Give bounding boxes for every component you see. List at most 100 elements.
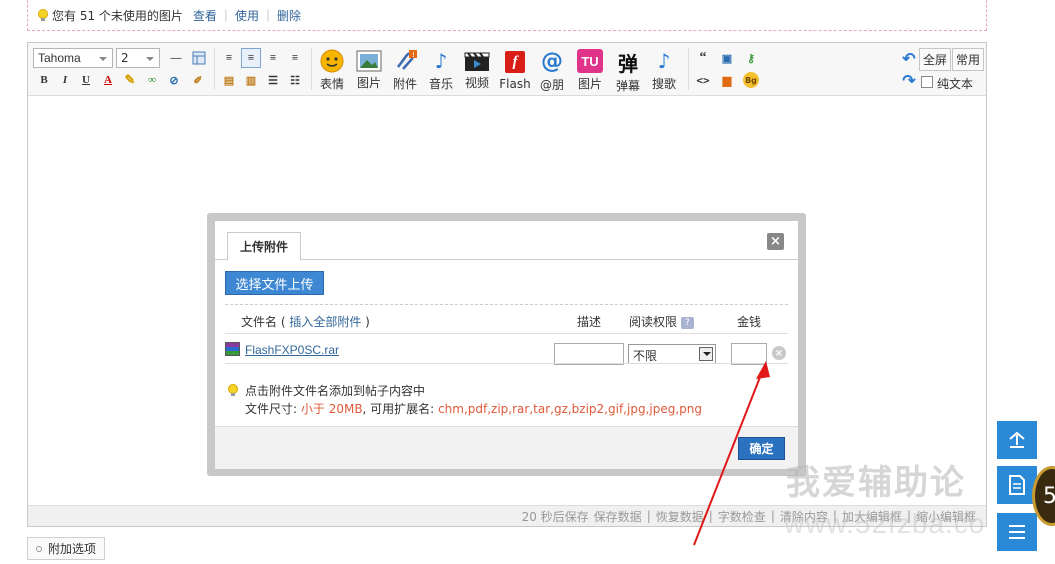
file-limits-tip: 文件尺寸: 小于 20MB, 可用扩展名: chm,pdf,zip,rar,ta… xyxy=(245,402,702,416)
align-center-icon[interactable]: ≡ xyxy=(263,48,283,68)
divider xyxy=(311,48,312,90)
search-song-button[interactable]: ♪ 搜歌 xyxy=(647,49,681,91)
align-right-icon[interactable]: ≡ xyxy=(285,48,305,68)
dialog-tab-bar: 上传附件 × xyxy=(215,221,798,261)
video-button[interactable]: 视频 xyxy=(460,49,494,91)
text-color-button[interactable]: A xyxy=(98,70,118,90)
insert-tip: 点击附件文件名添加到帖子内容中 xyxy=(245,384,426,398)
font-family-select[interactable]: Tahoma xyxy=(33,48,113,68)
common-button[interactable]: 常用 xyxy=(952,48,985,71)
background-icon[interactable]: Bg xyxy=(741,70,761,90)
money-header: 金钱 xyxy=(737,315,762,329)
smiley-icon xyxy=(319,49,345,73)
permission-header: 阅读权限 ? xyxy=(629,313,694,330)
divider xyxy=(225,333,788,334)
unordered-list-icon[interactable]: ☷ xyxy=(285,70,305,90)
clear-format-brush-icon[interactable]: ✐ xyxy=(188,70,208,90)
lightbulb-icon xyxy=(38,8,48,22)
paperclip-icon: ! xyxy=(392,49,418,73)
use-link[interactable]: 使用 xyxy=(235,7,259,24)
quote-icon[interactable]: “ xyxy=(693,48,713,68)
view-link[interactable]: 查看 xyxy=(193,7,217,24)
code-icon[interactable]: <> xyxy=(693,70,713,90)
watermark-url: www.52fzba.co xyxy=(784,508,986,539)
align-justify-icon[interactable]: ≡ xyxy=(241,48,261,68)
video-clapper-icon xyxy=(464,49,490,72)
flash-icon: f xyxy=(502,49,528,75)
autosave-text: 20 秒后保存 xyxy=(521,509,589,524)
back-to-top-button[interactable] xyxy=(997,421,1037,459)
divider xyxy=(225,304,788,305)
at-icon: @ xyxy=(541,49,563,74)
attachment-filename-link[interactable]: FlashFXP0SC.rar xyxy=(245,343,339,357)
tu-icon: TU xyxy=(577,49,603,73)
notice-text: 您有 51 个未使用的图片 xyxy=(52,8,183,23)
save-data-link[interactable]: 保存数据 xyxy=(594,508,642,525)
flash-label: Flash xyxy=(499,77,531,91)
font-size-select[interactable]: 2 xyxy=(116,48,160,68)
image-button[interactable]: 图片 xyxy=(352,49,386,91)
float-left-icon[interactable]: ▤ xyxy=(219,70,239,90)
ordered-list-icon[interactable]: ☰ xyxy=(263,70,283,90)
float-right-icon[interactable]: ▥ xyxy=(241,70,261,90)
separator: | xyxy=(223,8,228,22)
mention-friend-button[interactable]: @ @朋 xyxy=(535,49,569,92)
attachment-button[interactable]: ! 附件 xyxy=(388,49,422,91)
menu-button[interactable] xyxy=(997,513,1037,551)
image-label: 图片 xyxy=(356,76,381,90)
tu-image-label: 图片 xyxy=(577,77,602,91)
search-song-label: 搜歌 xyxy=(651,77,676,91)
free-content-icon[interactable]: ▣ xyxy=(717,48,737,68)
link-icon[interactable]: ∞ xyxy=(142,70,162,90)
divider xyxy=(214,48,215,90)
align-left-icon[interactable]: ≡ xyxy=(219,48,239,68)
dot-icon xyxy=(36,545,42,552)
lightbulb-icon xyxy=(228,384,238,397)
attach-options-button[interactable]: 附加选项 xyxy=(27,537,106,560)
italic-button[interactable]: I xyxy=(55,70,75,90)
reply-button[interactable] xyxy=(997,466,1037,504)
select-file-upload-button[interactable]: 选择文件上传 xyxy=(225,271,324,295)
document-icon xyxy=(1009,475,1025,495)
delete-link[interactable]: 删除 xyxy=(277,7,301,24)
music-note-icon: ♪ xyxy=(434,49,448,73)
redo-icon[interactable]: ↷ xyxy=(899,71,919,91)
description-input[interactable] xyxy=(554,343,624,365)
danmu-label: 弹幕 xyxy=(615,79,640,93)
attach-options-label: 附加选项 xyxy=(48,542,97,556)
close-icon[interactable]: × xyxy=(767,233,784,250)
paste-icon[interactable]: ▆ xyxy=(717,70,737,90)
tu-image-button[interactable]: TU 图片 xyxy=(573,49,607,91)
help-icon[interactable]: ? xyxy=(680,316,694,329)
tab-upload-attachment[interactable]: 上传附件 xyxy=(227,232,301,261)
underline-button[interactable]: U xyxy=(76,70,96,90)
undo-icon[interactable]: ↶ xyxy=(899,49,919,69)
up-arrow-icon xyxy=(1009,431,1025,448)
image-icon xyxy=(356,49,382,72)
music-button[interactable]: ♪ 音乐 xyxy=(424,49,458,91)
hide-content-icon[interactable]: ⚷ xyxy=(741,48,761,68)
watermark-text: 我爱辅助论 xyxy=(786,463,966,503)
editor-toolbar: Tahoma 2 — B I U A ✎ ∞ ⊘ ✐ ≡ ≡ ≡ ≡ ▤ ▥ ☰… xyxy=(28,43,986,96)
bold-button[interactable]: B xyxy=(34,70,54,90)
description-header: 描述 xyxy=(577,315,602,329)
fullscreen-button[interactable]: 全屏 xyxy=(919,48,952,71)
plaintext-checkbox[interactable] xyxy=(921,76,933,88)
music-label: 音乐 xyxy=(428,77,453,91)
horizontal-rule-icon[interactable]: — xyxy=(166,48,186,68)
unlink-icon[interactable]: ⊘ xyxy=(164,70,184,90)
rar-file-icon xyxy=(225,342,240,356)
danmu-button[interactable]: 弹 弹幕 xyxy=(611,49,645,94)
permission-value: 不限 xyxy=(633,349,658,363)
insert-all-link[interactable]: 插入全部附件 xyxy=(289,315,361,329)
emoji-button[interactable]: 表情 xyxy=(315,49,349,91)
separator: | xyxy=(265,8,271,22)
flash-button[interactable]: f Flash xyxy=(498,49,532,91)
divider xyxy=(688,48,689,90)
danmu-icon: 弹 xyxy=(618,51,638,76)
mention-label: @朋 xyxy=(539,78,564,92)
highlight-icon[interactable]: ✎ xyxy=(120,70,140,90)
svg-text:!: ! xyxy=(412,51,415,59)
annotation-arrow xyxy=(693,361,770,546)
table-icon[interactable] xyxy=(189,48,209,68)
